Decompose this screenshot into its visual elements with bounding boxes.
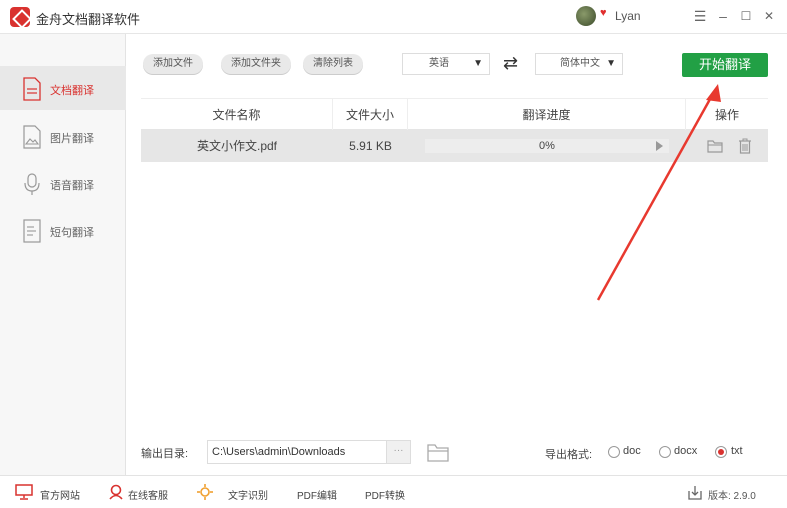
annotation-arrow	[596, 84, 721, 301]
format-label-docx: docx	[674, 445, 698, 457]
target-language-select[interactable]: 简体中文 ▼	[535, 53, 623, 75]
format-radio-docx[interactable]	[659, 446, 671, 458]
browse-more-button[interactable]: ···	[387, 440, 411, 464]
chevron-down-icon: ▼	[473, 58, 483, 69]
add-file-button[interactable]: 添加文件	[143, 54, 203, 74]
trash-icon[interactable]	[738, 138, 752, 154]
sidebar-item-voice-translate[interactable]: 语音翻译	[0, 161, 126, 205]
download-update-icon	[688, 486, 702, 500]
sidebar-item-label: 语音翻译	[50, 180, 94, 192]
app-title: 金舟文档翻译软件	[36, 12, 141, 27]
user-avatar[interactable]	[576, 6, 596, 26]
title-bar: 金舟文档翻译软件 ♥ Lyan ☰ – ☐ ✕	[0, 0, 787, 34]
sidebar-item-label: 文档翻译	[50, 85, 94, 97]
close-button[interactable]: ✕	[760, 6, 778, 26]
sidebar-item-label: 短句翻译	[50, 227, 94, 239]
pdf-convert-link[interactable]: PDF转换	[365, 487, 405, 502]
pdf-edit-link[interactable]: PDF编辑	[297, 487, 337, 502]
source-language-select[interactable]: 英语 ▼	[402, 53, 490, 75]
output-path-input[interactable]	[207, 440, 387, 464]
vip-heart-icon: ♥	[600, 7, 607, 19]
chevron-down-icon: ▼	[606, 58, 616, 69]
footer: 官方网站 在线客服 文字识别 PDF编辑 PDF转换 版本: 2.9.0	[0, 475, 787, 508]
clear-list-button[interactable]: 清除列表	[303, 54, 363, 74]
open-folder-icon[interactable]	[427, 442, 449, 462]
swap-languages-icon[interactable]: ⇄	[503, 53, 518, 74]
text-lines-icon	[23, 219, 41, 243]
image-icon	[23, 125, 41, 149]
sidebar-item-image-translate[interactable]: 图片翻译	[0, 114, 126, 158]
document-icon	[23, 77, 41, 101]
online-service-link[interactable]: 在线客服	[128, 487, 168, 502]
target-language-value: 简体中文	[560, 58, 600, 69]
export-format-label: 导出格式:	[545, 449, 593, 461]
sidebar-item-label: 图片翻译	[50, 133, 94, 145]
start-translate-button[interactable]: 开始翻译	[682, 53, 768, 77]
official-site-link[interactable]: 官方网站	[40, 487, 80, 502]
format-label-doc: doc	[623, 445, 641, 457]
sidebar-item-sentence-translate[interactable]: 短句翻译	[0, 208, 126, 252]
user-name[interactable]: Lyan	[615, 9, 641, 23]
maximize-button[interactable]: ☐	[737, 6, 755, 26]
output-directory-label: 输出目录:	[141, 448, 189, 460]
file-name: 英文小作文.pdf	[196, 139, 278, 153]
monitor-icon	[15, 484, 33, 500]
app-logo-icon	[10, 7, 30, 27]
microphone-icon	[24, 173, 40, 195]
source-language-value: 英语	[429, 58, 449, 69]
format-radio-doc[interactable]	[608, 446, 620, 458]
column-header-filesize: 文件大小	[333, 99, 408, 131]
version-label[interactable]: 版本: 2.9.0	[708, 487, 756, 502]
sidebar-item-document-translate[interactable]: 文档翻译	[0, 66, 126, 110]
format-label-txt: txt	[731, 445, 743, 457]
sidebar: 文档翻译 图片翻译 语音翻译 短句翻译	[0, 34, 126, 475]
add-folder-button[interactable]: 添加文件夹	[221, 54, 291, 74]
minimize-button[interactable]: –	[714, 6, 732, 26]
column-header-filename: 文件名称	[141, 99, 333, 131]
ocr-link[interactable]: 文字识别	[228, 487, 268, 502]
file-size: 5.91 KB	[349, 139, 392, 153]
menu-button[interactable]: ☰	[691, 6, 709, 26]
customer-service-icon	[109, 484, 123, 500]
ocr-icon	[197, 484, 213, 500]
format-radio-txt[interactable]	[715, 446, 727, 458]
